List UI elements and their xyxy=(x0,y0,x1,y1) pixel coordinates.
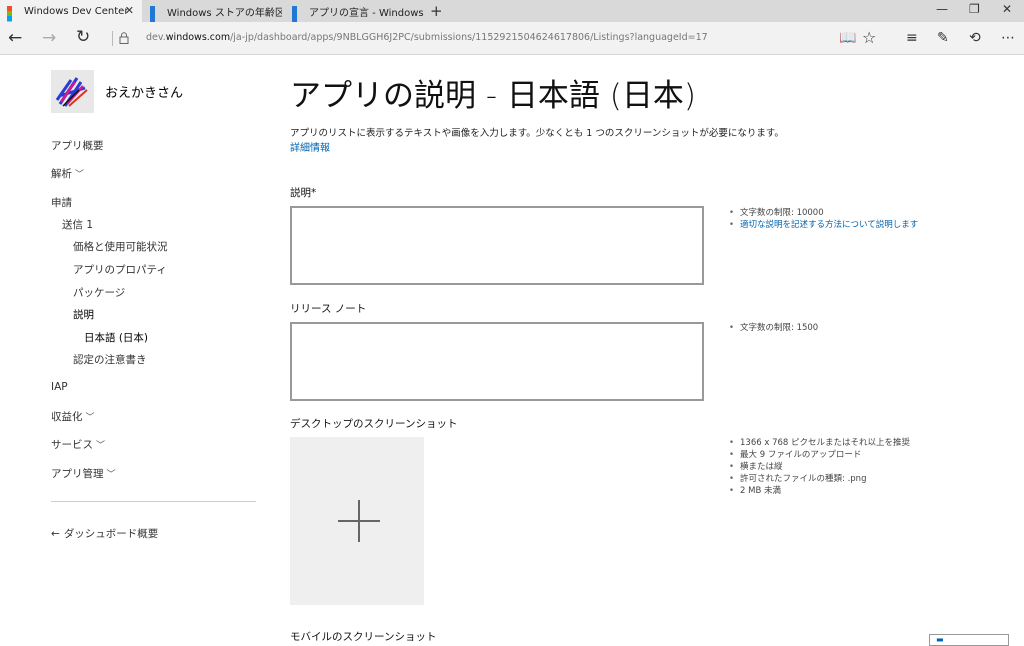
refresh-icon[interactable]: ↻ xyxy=(76,27,90,47)
toolbar-separator xyxy=(112,31,113,46)
chevron-down-icon: ﹀ xyxy=(106,470,116,480)
screenshot-hints: 1366 x 768 ピクセルまたはそれ以上を推奨 最大 9 ファイルのアップロ… xyxy=(729,437,910,497)
intro-text: アプリのリストに表示するテキストや画像を入力します。少なくとも 1 つのスクリー… xyxy=(290,128,784,139)
hub-icon[interactable]: ≡ xyxy=(906,30,918,46)
close-window-icon[interactable]: ✕ xyxy=(1002,2,1012,16)
nav-app-properties[interactable]: アプリのプロパティ xyxy=(73,262,167,277)
hint-char-limit: 文字数の制限: 1500 xyxy=(729,322,818,334)
hint-item: 最大 9 ファイルのアップロード xyxy=(729,449,910,461)
new-tab-button[interactable]: + xyxy=(430,2,443,20)
back-arrow-icon: ← xyxy=(51,528,60,540)
hint-char-limit: 文字数の制限: 10000 xyxy=(729,207,918,219)
forward-arrow-icon[interactable]: → xyxy=(42,28,56,48)
tab-windows-store-age-rating[interactable]: Windows ストアの年齢区分と xyxy=(143,0,283,26)
nav-label: サービス xyxy=(51,439,93,451)
nav-app-management[interactable]: アプリ管理 ﹀ xyxy=(51,466,116,481)
share-icon[interactable]: ⟲ xyxy=(969,30,981,46)
favorites-star-icon[interactable]: ☆ xyxy=(862,28,876,47)
nav-submissions[interactable]: 申請 xyxy=(51,195,72,210)
url-path: /ja-jp/dashboard/apps/9NBLGGH6J2PC/submi… xyxy=(230,32,708,43)
add-screenshot-button[interactable] xyxy=(290,437,424,605)
nav-label: 収益化 xyxy=(51,411,83,423)
dashboard-overview-link[interactable]: ← ダッシュボード概要 xyxy=(51,526,158,541)
web-note-icon[interactable]: ✎ xyxy=(937,30,949,46)
mobile-screenshots-label: モバイルのスクリーンショット xyxy=(290,631,437,643)
sidebar-divider xyxy=(51,501,256,502)
nav-cert-notes[interactable]: 認定の注意書き xyxy=(73,352,147,367)
description-label: 説明* xyxy=(290,187,317,199)
address-bar: ← → ↻ dev.windows.com/ja-jp/dashboard/ap… xyxy=(0,22,1024,55)
learn-more-link[interactable]: 詳細情報 xyxy=(290,139,330,154)
back-arrow-icon[interactable]: ← xyxy=(8,28,22,48)
nav-japanese[interactable]: 日本語 (日本) xyxy=(84,330,148,345)
chevron-down-icon: ﹀ xyxy=(75,170,85,180)
nav-services[interactable]: サービス ﹀ xyxy=(51,437,105,452)
page-title: アプリの説明 - 日本語 (日本) xyxy=(290,78,696,114)
chevron-down-icon: ﹀ xyxy=(85,413,95,423)
nav-label: 解析 xyxy=(51,168,72,180)
hint-item: 2 MB 未満 xyxy=(729,485,910,497)
nav-description[interactable]: 説明 xyxy=(73,307,94,322)
minimize-icon[interactable]: — xyxy=(936,2,948,16)
tab-title: Windows Dev Center xyxy=(24,5,129,17)
microsoft-logo-icon xyxy=(7,5,18,26)
reading-view-icon[interactable]: 📖 xyxy=(839,30,856,46)
description-guide-link[interactable]: 適切な説明を記述する方法について説明します xyxy=(729,219,918,231)
description-textarea[interactable] xyxy=(290,206,704,285)
tab-title: Windows ストアの年齢区分と xyxy=(167,7,282,19)
nav-pricing[interactable]: 価格と使用可能状況 xyxy=(73,239,168,254)
chevron-down-icon: ﹀ xyxy=(96,441,106,451)
tab-windows-dev-center[interactable]: Windows Dev Center ✕ xyxy=(0,0,142,26)
more-icon[interactable]: ⋯ xyxy=(1001,30,1015,46)
url-domain: windows.com xyxy=(165,32,231,43)
release-notes-textarea[interactable] xyxy=(290,322,704,401)
restore-icon[interactable]: ❐ xyxy=(969,2,980,16)
tab-strip: Windows Dev Center ✕ Windows ストアの年齢区分と ア… xyxy=(0,0,1024,26)
windows-logo-icon xyxy=(150,5,161,26)
nav-packages[interactable]: パッケージ xyxy=(73,285,125,300)
user-name: おえかきさん xyxy=(105,86,184,101)
url-prefix: dev. xyxy=(146,32,166,43)
close-tab-icon[interactable]: ✕ xyxy=(125,4,134,17)
hint-item: 許可されたファイルの種類: .png xyxy=(729,473,910,485)
app-logo-icon xyxy=(51,70,94,113)
nav-label: ダッシュボード概要 xyxy=(63,528,159,540)
feedback-button[interactable]: ▬ xyxy=(929,634,1009,646)
release-notes-label: リリース ノート xyxy=(290,303,367,315)
nav-analytics[interactable]: 解析 ﹀ xyxy=(51,166,84,181)
url-field[interactable]: dev.windows.com/ja-jp/dashboard/apps/9NB… xyxy=(146,32,708,43)
plus-icon xyxy=(358,500,360,542)
windows-logo-icon xyxy=(292,5,303,26)
desktop-screenshots-label: デスクトップのスクリーンショット xyxy=(290,418,458,430)
avatar xyxy=(51,70,94,113)
description-hints: 文字数の制限: 10000 適切な説明を記述する方法について説明します xyxy=(729,207,918,231)
hint-item: 1366 x 768 ピクセルまたはそれ以上を推奨 xyxy=(729,437,910,449)
nav-iap[interactable]: IAP xyxy=(51,381,68,393)
release-notes-hints: 文字数の制限: 1500 xyxy=(729,322,818,334)
tab-title: アプリの宣言 - Windows app xyxy=(309,7,424,19)
nav-app-overview[interactable]: アプリ概要 xyxy=(51,138,104,153)
nav-label: アプリ管理 xyxy=(51,468,104,480)
hint-item: 横または縦 xyxy=(729,461,910,473)
nav-submission-1[interactable]: 送信 1 xyxy=(62,217,93,232)
lock-icon[interactable] xyxy=(119,32,129,44)
tab-app-declarations[interactable]: アプリの宣言 - Windows app xyxy=(285,0,425,26)
nav-monetize[interactable]: 収益化 ﹀ xyxy=(51,409,95,424)
